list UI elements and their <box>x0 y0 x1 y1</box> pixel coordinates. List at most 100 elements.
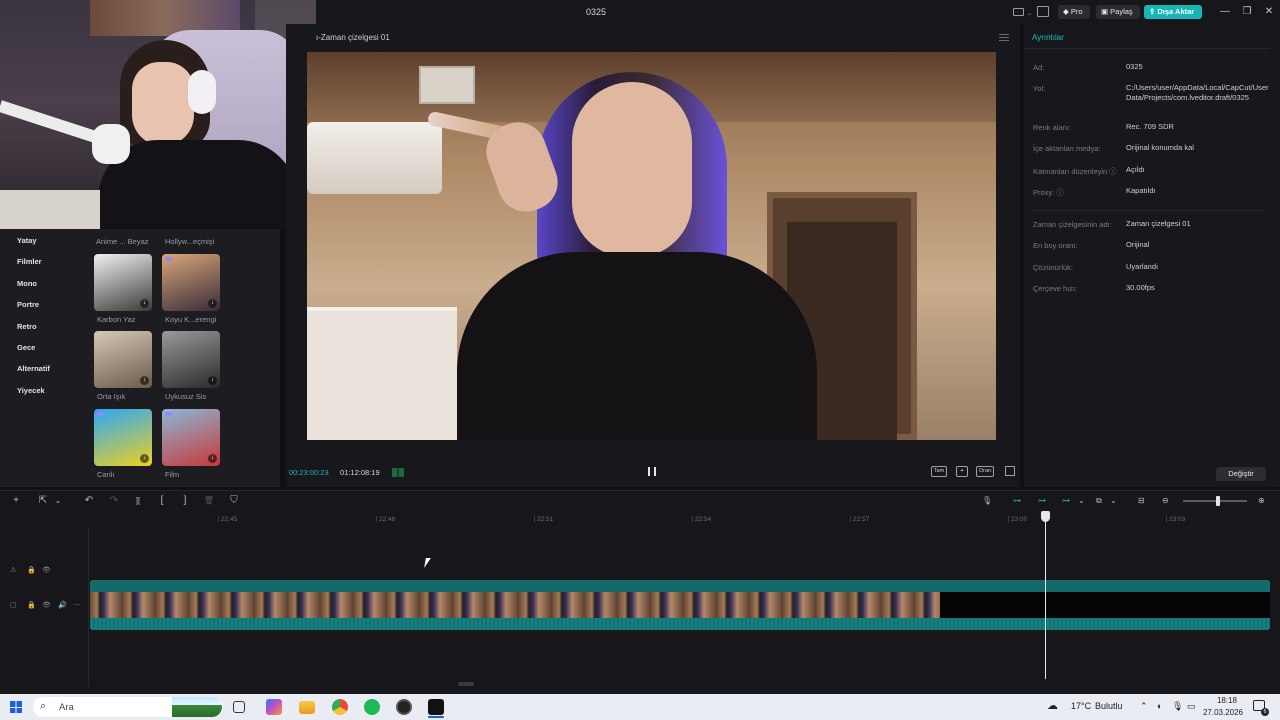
filter-thumbnail[interactable]: ↓ <box>94 331 152 388</box>
chevron-down-icon[interactable]: ⌄ <box>1110 496 1117 506</box>
filter-label: Hollyw...eçmişi <box>165 237 215 246</box>
chrome-icon[interactable] <box>332 699 348 715</box>
new-tag-icon <box>97 412 104 416</box>
export-button[interactable]: ⇪ Dışa Aktar <box>1144 5 1202 19</box>
detail-value: Kapatıldı <box>1126 186 1156 195</box>
pause-button[interactable] <box>648 467 656 476</box>
playhead-line[interactable] <box>1045 517 1046 679</box>
filter-category-item[interactable]: Yiyecek <box>17 386 87 407</box>
timeline-ruler[interactable]: 22:45 22:48 22:51 22:54 22:57 23:00 23:0… <box>90 511 1280 527</box>
current-timecode: 00:23:00:23 <box>289 468 329 477</box>
microphone-icon[interactable]: 🎙 <box>982 496 992 506</box>
split-left-icon[interactable]: [ <box>157 495 167 507</box>
cover-icon[interactable]: ▢ <box>10 601 17 609</box>
lock-icon[interactable]: 🔒 <box>27 601 36 609</box>
download-icon[interactable]: ↓ <box>208 376 217 385</box>
audio-level-icon <box>392 468 404 477</box>
filter-thumbnail[interactable]: ↓ <box>162 409 220 466</box>
filter-label: Canlı <box>97 470 115 479</box>
filter-thumbnail[interactable]: ↓ <box>162 254 220 311</box>
filter-category-item[interactable]: Filmler <box>17 257 87 278</box>
delete-icon[interactable]: 🗑 <box>203 495 215 507</box>
select-tool-icon[interactable]: ⇱ <box>38 495 48 507</box>
zoom-fit-icon[interactable]: ⌖ <box>956 466 968 477</box>
filter-category-item[interactable]: Alternatif <box>17 364 87 385</box>
filter-category-item[interactable]: Portre <box>17 300 87 321</box>
clip-blank-section <box>940 592 1270 618</box>
file-explorer-icon[interactable] <box>299 701 315 714</box>
weather-icon[interactable]: ☁ <box>1047 699 1058 712</box>
undo-icon[interactable]: ↶ <box>83 495 95 507</box>
download-icon[interactable]: ↓ <box>208 299 217 308</box>
download-icon[interactable]: ↓ <box>208 454 217 463</box>
network-icon[interactable]: ▭ <box>1187 701 1196 712</box>
layout-icon[interactable]: ⌄ <box>1011 6 1033 20</box>
change-button[interactable]: Değiştir <box>1216 467 1266 481</box>
filter-category-item[interactable]: Yatay <box>17 236 87 257</box>
ruler-tick: 22:57 <box>853 516 870 523</box>
auto-snap-icon[interactable]: ⊶ <box>1013 496 1021 506</box>
ruler-tick: 23:03 <box>1169 516 1186 523</box>
share-button[interactable]: ▣ Paylaş <box>1096 5 1140 19</box>
pro-button[interactable]: ◆ Pro <box>1058 5 1090 19</box>
obs-icon[interactable] <box>396 699 412 715</box>
more-icon[interactable]: ⋯ <box>74 601 81 609</box>
chevron-up-icon[interactable]: ⌃ <box>1140 701 1148 712</box>
filter-category-item[interactable]: Mono <box>17 279 87 300</box>
task-view-icon[interactable] <box>233 701 245 713</box>
restore-button[interactable]: ❐ <box>1240 5 1254 19</box>
zoom-slider[interactable] <box>1183 500 1247 502</box>
chevron-down-icon[interactable]: ⌄ <box>1078 496 1085 506</box>
lock-icon[interactable]: 🔒 <box>27 566 36 574</box>
weather-temperature[interactable]: 17°C <box>1071 701 1091 711</box>
eye-icon[interactable]: 👁 <box>42 566 51 574</box>
fullscreen-icon[interactable] <box>1005 466 1015 476</box>
clock-time[interactable]: 18:18 <box>1210 696 1244 705</box>
caption-icon[interactable]: ⊟ <box>1138 496 1145 506</box>
clock-date[interactable]: 27.03.2026 <box>1202 708 1244 717</box>
preview-axis-icon[interactable]: ⊶ <box>1062 496 1070 506</box>
detail-label: İçe aktarılan medya: <box>1033 144 1101 153</box>
audio-icon[interactable]: 🔊 <box>58 601 67 609</box>
download-icon[interactable]: ↓ <box>140 299 149 308</box>
filter-thumbnail[interactable]: ↓ <box>162 331 220 388</box>
eye-icon[interactable]: 👁 <box>42 601 51 609</box>
zoom-out-icon[interactable]: ⊖ <box>1162 496 1169 506</box>
minimize-button[interactable]: — <box>1218 5 1232 19</box>
microphone-tray-icon[interactable]: 🎙 <box>1172 701 1183 712</box>
download-icon[interactable]: ↓ <box>140 376 149 385</box>
zoom-in-icon[interactable]: ⊕ <box>1258 496 1265 506</box>
fullscreen-mode-button[interactable]: Tam <box>931 466 947 477</box>
video-clip[interactable] <box>90 580 1270 630</box>
aspect-ratio-button[interactable]: Oran <box>976 466 994 477</box>
copilot-icon[interactable] <box>266 699 282 715</box>
divider <box>1024 48 1270 49</box>
audio-device-icon[interactable]: ◖ <box>1156 701 1161 711</box>
preview-mode-icon[interactable]: ⧉ <box>1096 496 1102 506</box>
marker-icon[interactable]: ⛉ <box>228 495 240 507</box>
filter-thumbnail[interactable]: ↓ <box>94 254 152 311</box>
detail-value: 30.00fps <box>1126 283 1155 292</box>
weather-label[interactable]: Bulutlu <box>1095 701 1123 711</box>
split-right-icon[interactable]: ] <box>180 495 190 507</box>
filter-thumbnail[interactable]: ↓ <box>94 409 152 466</box>
filter-category-item[interactable]: Retro <box>17 322 87 343</box>
zoom-slider-handle[interactable] <box>1216 496 1220 506</box>
filter-category-item[interactable]: Gece <box>17 343 87 364</box>
redo-icon[interactable]: ↷ <box>108 495 120 507</box>
capcut-icon[interactable] <box>428 699 444 715</box>
video-preview[interactable] <box>307 52 996 440</box>
playhead-handle[interactable] <box>1041 511 1050 522</box>
add-icon[interactable]: + <box>10 495 22 507</box>
horizontal-scrollbar[interactable] <box>458 682 474 686</box>
linkage-icon[interactable]: ⊶ <box>1038 496 1046 506</box>
shortcuts-icon[interactable] <box>1037 6 1049 17</box>
download-icon[interactable]: ↓ <box>140 454 149 463</box>
chevron-down-icon[interactable]: ⌄ <box>53 495 63 507</box>
close-button[interactable]: ✕ <box>1262 5 1276 19</box>
spotify-icon[interactable] <box>364 699 380 715</box>
menu-icon[interactable] <box>999 34 1009 41</box>
windows-start-icon[interactable] <box>10 701 22 713</box>
split-icon[interactable]: ][ <box>131 495 145 507</box>
detail-value: Uyarlandı <box>1126 262 1159 271</box>
